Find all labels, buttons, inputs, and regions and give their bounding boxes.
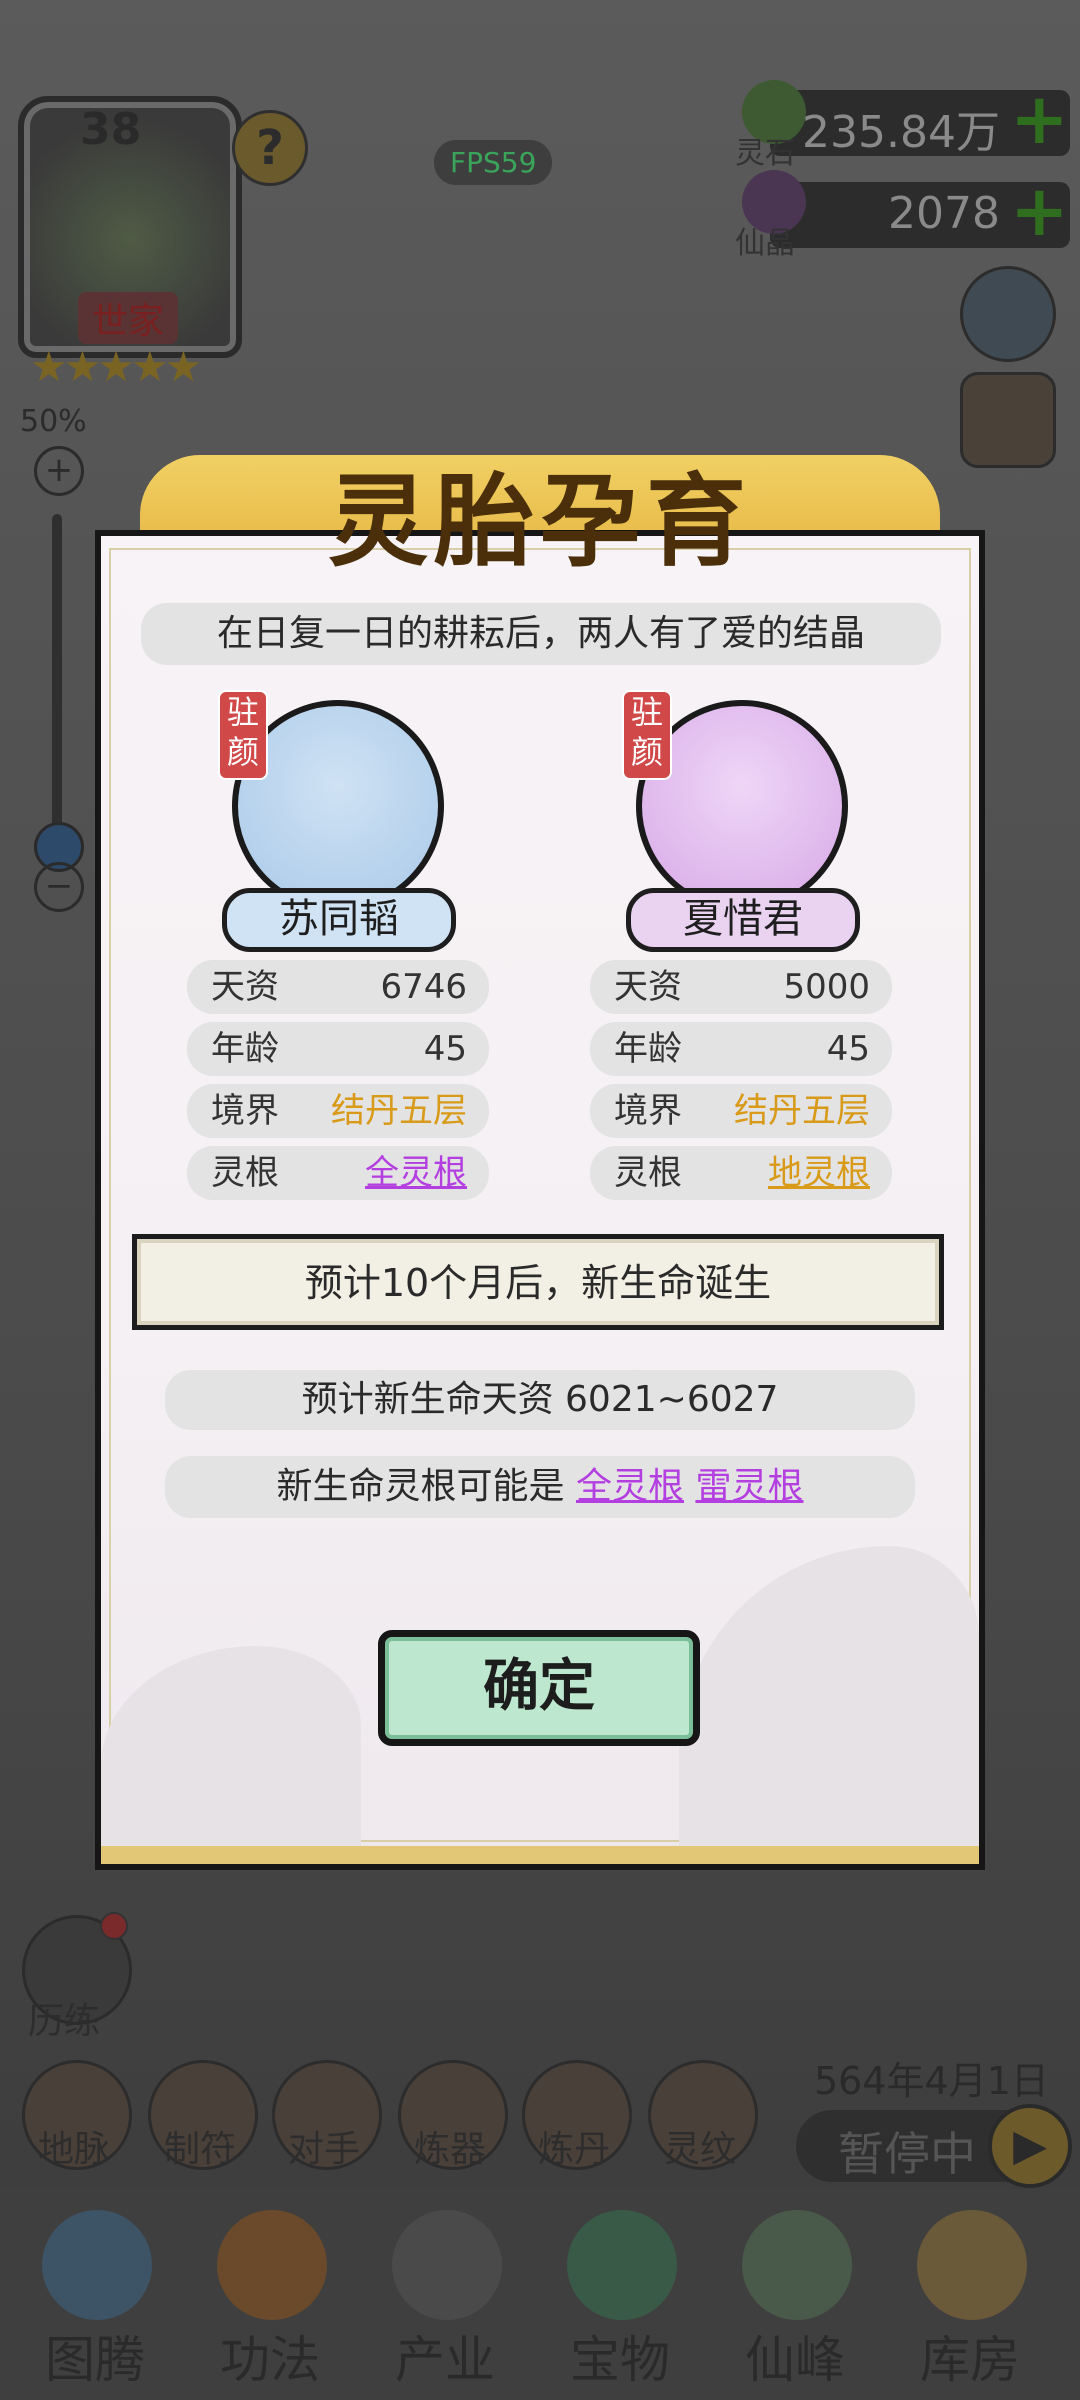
story-text: 在日复一日的耕耘后，两人有了爱的结晶 [141, 603, 941, 665]
nav-peak[interactable]: 仙峰 [720, 2190, 870, 2390]
stat-label: 天资 [614, 967, 682, 1007]
aptitude-range: 6021~6027 [565, 1379, 779, 1420]
stat-value: 45 [826, 1029, 870, 1069]
crystal-value: 2078 [888, 188, 1000, 239]
zoom-percent: 50% [20, 404, 87, 439]
root-prefix: 新生命灵根可能是 [276, 1466, 565, 1507]
help-button[interactable]: ? [232, 110, 308, 186]
stat-value: 6746 [380, 967, 467, 1007]
stat-label: 灵根 [211, 1153, 279, 1193]
quick-action-label: 制符 [163, 2129, 236, 2170]
add-spirit-stone-button[interactable]: + [1010, 78, 1069, 160]
nav-totem[interactable]: 图腾 [20, 2190, 170, 2390]
family-title: 世家 [78, 292, 179, 344]
father-stat-realm: 境界 结丹五层 [187, 1084, 489, 1138]
quick-action-label: 对手 [287, 2129, 360, 2170]
stat-label: 天资 [211, 967, 279, 1007]
predicted-aptitude: 预计新生命天资 6021~6027 [165, 1370, 915, 1430]
mother-stat-realm: 境界 结丹五层 [590, 1084, 892, 1138]
nav-skills[interactable]: 功法 [195, 2190, 345, 2390]
nav-industry[interactable]: 产业 [370, 2190, 520, 2390]
settings-yinyang-icon[interactable] [960, 266, 1056, 362]
father-stat-root: 灵根 全灵根 [187, 1146, 489, 1200]
stat-value: 结丹五层 [331, 1091, 467, 1131]
fps-counter: FPS59 [434, 140, 553, 185]
notification-dot [100, 1912, 128, 1940]
stat-value: 结丹五层 [734, 1091, 870, 1131]
game-date: 564年4月1日 [814, 2059, 1049, 2103]
stat-label: 灵根 [614, 1153, 682, 1193]
mother-stat-age: 年龄 45 [590, 1022, 892, 1076]
bottom-navigation: 图腾 功法 产业 宝物 仙峰 库房 [0, 2190, 1080, 2400]
mother-root-link[interactable]: 地灵根 [768, 1146, 870, 1200]
mother-stat-root: 灵根 地灵根 [590, 1146, 892, 1200]
peak-icon [742, 2210, 852, 2320]
nav-label: 功法 [220, 2331, 320, 2389]
nav-storage[interactable]: 库房 [895, 2190, 1045, 2390]
play-icon[interactable]: ▶ [988, 2104, 1072, 2188]
quick-action-label: 炼器 [413, 2129, 486, 2170]
add-crystal-button[interactable]: + [1010, 170, 1069, 252]
aptitude-prefix: 预计新生命天资 [301, 1379, 554, 1420]
pause-label: 暂停中 [838, 2127, 976, 2181]
stat-label: 年龄 [211, 1029, 279, 1069]
fire-skill-icon [217, 2210, 327, 2320]
quick-action-label: 灵纹 [663, 2129, 736, 2170]
stat-value: 45 [423, 1029, 467, 1069]
stat-value: 5000 [783, 967, 870, 1007]
storage-bag-icon [917, 2210, 1027, 2320]
stat-label: 年龄 [614, 1029, 682, 1069]
mother-youth-badge: 驻颜 [622, 690, 672, 780]
nav-label: 宝物 [570, 2331, 670, 2389]
nav-treasure[interactable]: 宝物 [545, 2190, 695, 2390]
mountain-industry-icon [392, 2210, 502, 2320]
spirit-stone-value: 235.84万 [802, 107, 1000, 158]
root-option-thunder[interactable]: 雷灵根 [695, 1466, 803, 1507]
predicted-root: 新生命灵根可能是 全灵根 雷灵根 [165, 1456, 915, 1518]
birth-notice: 预计10个月后，新生命诞生 [132, 1234, 944, 1330]
father-stat-aptitude: 天资 6746 [187, 960, 489, 1014]
father-root-link[interactable]: 全灵根 [365, 1146, 467, 1200]
father-youth-badge: 驻颜 [218, 690, 268, 780]
spirit-stone-label: 灵石 [735, 136, 795, 171]
stat-label: 境界 [614, 1091, 682, 1131]
mother-stat-aptitude: 天资 5000 [590, 960, 892, 1014]
quick-action-label: 地脉 [37, 2129, 110, 2170]
totem-icon [42, 2210, 152, 2320]
quick-action-label: 炼丹 [537, 2129, 610, 2170]
stat-label: 境界 [211, 1091, 279, 1131]
history-label: 历练 [28, 2001, 101, 2042]
confirm-button[interactable]: 确定 [378, 1630, 700, 1746]
nav-label: 产业 [395, 2331, 495, 2389]
zoom-out-button[interactable]: − [34, 862, 84, 912]
root-option-full[interactable]: 全灵根 [576, 1466, 684, 1507]
family-level: 38 [80, 104, 142, 155]
nav-label: 仙峰 [745, 2331, 845, 2389]
rating-stars: ★★★★★ [30, 342, 202, 391]
nav-label: 库房 [920, 2331, 1020, 2389]
father-stat-age: 年龄 45 [187, 1022, 489, 1076]
father-name: 苏同韬 [222, 888, 456, 952]
treasure-icon [567, 2210, 677, 2320]
dialog-bottom-bar [101, 1846, 979, 1864]
dialog-title: 灵胎孕育 [328, 463, 752, 580]
mother-name: 夏惜君 [626, 888, 860, 952]
nav-label: 图腾 [45, 2331, 145, 2389]
crystal-label: 仙晶 [735, 226, 795, 261]
